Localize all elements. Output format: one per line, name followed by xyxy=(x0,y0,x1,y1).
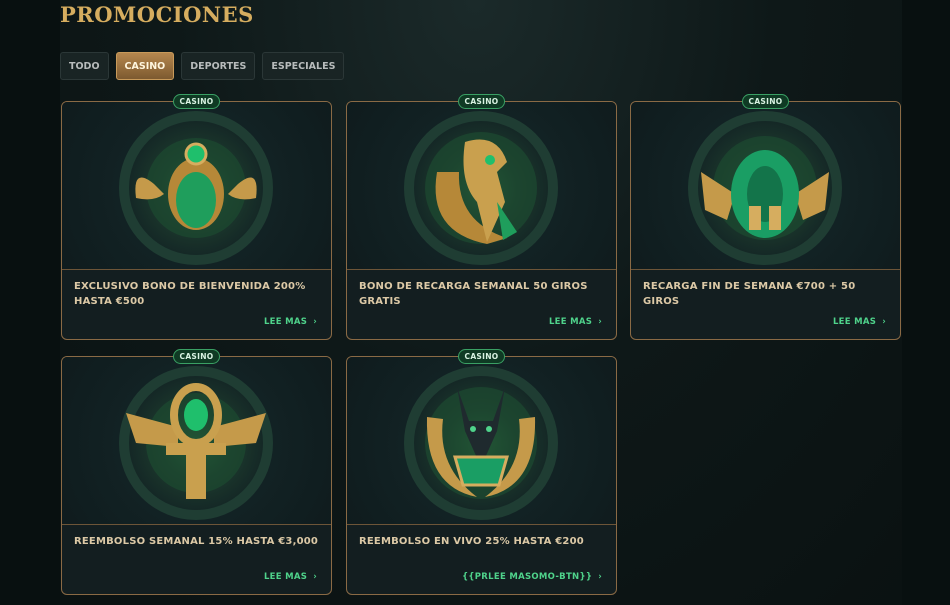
read-more-link[interactable]: LEE MAS › xyxy=(833,317,886,327)
promo-title: BONO DE RECARGA SEMANAL 50 GIROS GRATIS xyxy=(359,281,588,307)
page-title: PROMOCIONES xyxy=(60,2,254,27)
serpent-icon xyxy=(688,111,842,265)
read-more-link[interactable]: LEE MAS › xyxy=(549,317,602,327)
tab-casino[interactable]: CASINO xyxy=(115,52,175,80)
promo-title: RECARGA FIN DE SEMANA €700 + 50 GIROS xyxy=(643,281,856,307)
category-badge: CASINO xyxy=(457,94,506,109)
read-more-link[interactable]: LEE MAS › xyxy=(264,572,317,582)
promo-image xyxy=(347,102,616,270)
tab-especiales[interactable]: ESPECIALES xyxy=(262,52,345,80)
read-more-link[interactable]: {{PRLEE MASOMO-BTN}} › xyxy=(462,572,602,582)
promo-card[interactable]: CASINO EXCLUSIVO BONO DE BIENVENIDA 200%… xyxy=(61,94,332,340)
chevron-right-icon: › xyxy=(313,317,317,327)
promo-image xyxy=(62,102,331,270)
anubis-icon xyxy=(404,366,558,520)
read-more-label: LEE MAS xyxy=(263,317,308,327)
promo-image xyxy=(631,102,900,270)
promo-title: REEMBOLSO EN VIVO 25% HASTA €200 xyxy=(359,536,584,547)
promo-title: EXCLUSIVO BONO DE BIENVENIDA 200% HASTA … xyxy=(74,281,306,307)
chevron-right-icon: › xyxy=(313,572,317,582)
scarab-icon xyxy=(119,111,273,265)
promotions-page: PROMOCIONES TODO CASINO DEPORTES ESPECIA… xyxy=(0,0,950,605)
category-badge: CASINO xyxy=(741,94,790,109)
tab-deportes[interactable]: DEPORTES xyxy=(181,52,256,80)
ankh-icon xyxy=(119,366,273,520)
category-badge: CASINO xyxy=(172,349,221,364)
read-more-label: LEE MAS xyxy=(263,572,308,582)
chevron-right-icon: › xyxy=(598,317,602,327)
read-more-label: LEE MAS xyxy=(548,317,593,327)
promo-image xyxy=(62,357,331,525)
horus-falcon-icon xyxy=(404,111,558,265)
promo-card[interactable]: CASINO BONO DE RECARGA SEMANAL 50 GIROS … xyxy=(346,94,617,340)
promo-card[interactable]: CASINO RECARGA FIN DE SEMANA €700 + 50 G… xyxy=(630,94,901,340)
promo-card[interactable]: CASINO REEMBOLSO EN VIVO 25% HASTA €200 … xyxy=(346,349,617,595)
read-more-label: LEE MAS xyxy=(832,317,877,327)
read-more-link[interactable]: LEE MAS › xyxy=(264,317,317,327)
promo-card[interactable]: CASINO REEMBOLSO SEMANAL 15% HASTA €3,00… xyxy=(61,349,332,595)
promo-title: REEMBOLSO SEMANAL 15% HASTA €3,000 xyxy=(74,536,319,547)
chevron-right-icon: › xyxy=(598,572,602,582)
read-more-label: {{PRLEE MASOMO-BTN}} xyxy=(462,572,593,582)
filter-tabs: TODO CASINO DEPORTES ESPECIALES xyxy=(60,52,345,80)
chevron-right-icon: › xyxy=(882,317,886,327)
promo-image xyxy=(347,357,616,525)
category-badge: CASINO xyxy=(457,349,506,364)
category-badge: CASINO xyxy=(172,94,221,109)
tab-todo[interactable]: TODO xyxy=(60,52,109,80)
